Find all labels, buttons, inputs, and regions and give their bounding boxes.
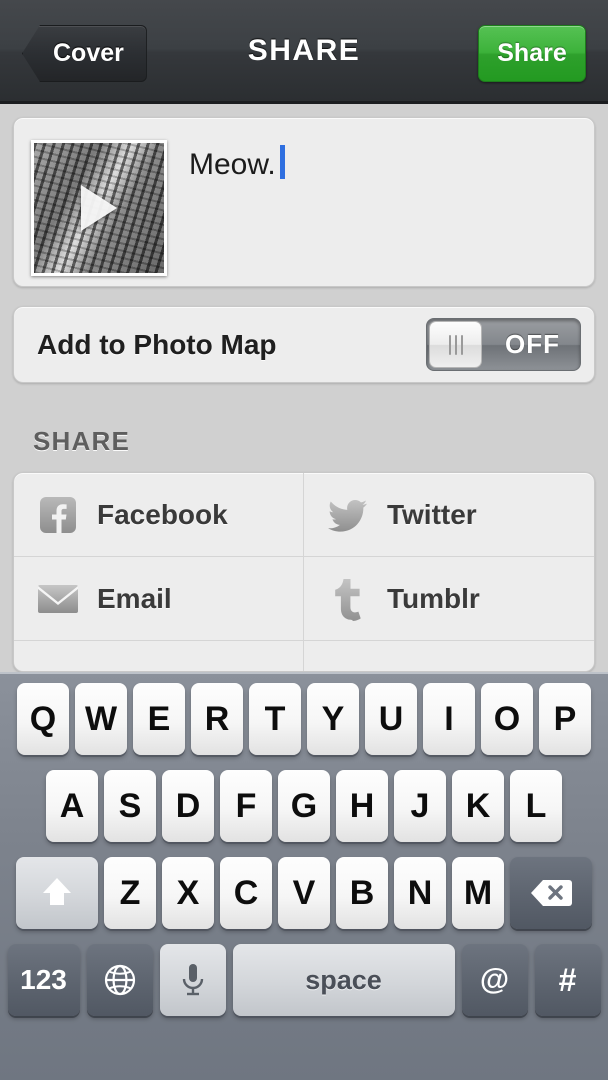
key-s[interactable]: S	[104, 770, 156, 842]
numbers-key[interactable]: 123	[7, 944, 80, 1016]
keyboard-row-1: Q W E R T Y U I O P	[0, 683, 608, 755]
text-cursor	[279, 145, 285, 179]
key-e[interactable]: E	[133, 683, 185, 755]
key-h[interactable]: H	[336, 770, 388, 842]
keyboard-row-2: A S D F G H J K L	[0, 770, 608, 842]
email-icon	[37, 578, 79, 620]
key-t[interactable]: T	[249, 683, 301, 755]
key-v[interactable]: V	[278, 857, 330, 929]
key-g[interactable]: G	[278, 770, 330, 842]
caption-input[interactable]: Meow.	[189, 140, 285, 182]
key-x[interactable]: X	[162, 857, 214, 929]
key-f[interactable]: F	[220, 770, 272, 842]
backspace-icon	[531, 880, 572, 906]
keyboard-row-4: 123 space @ #	[0, 944, 608, 1016]
onscreen-keyboard: Q W E R T Y U I O P A S D F G H J K L Z …	[0, 672, 608, 1080]
key-j[interactable]: J	[394, 770, 446, 842]
key-a[interactable]: A	[46, 770, 98, 842]
keyboard-row-3: Z X C V B N M	[0, 857, 608, 929]
photo-map-row[interactable]: Add to Photo Map OFF	[13, 306, 595, 383]
key-d[interactable]: D	[162, 770, 214, 842]
shift-icon	[43, 878, 71, 905]
share-option-label: Twitter	[387, 498, 477, 530]
globe-icon	[104, 964, 135, 996]
key-n[interactable]: N	[394, 857, 446, 929]
microphone-key[interactable]	[159, 944, 226, 1016]
key-o[interactable]: O	[481, 683, 533, 755]
video-thumbnail[interactable]	[31, 140, 167, 276]
play-icon	[81, 185, 117, 231]
key-p[interactable]: P	[539, 683, 591, 755]
photo-map-label: Add to Photo Map	[37, 328, 277, 360]
key-b[interactable]: B	[336, 857, 388, 929]
content-area: Meow. Add to Photo Map OFF SHARE Faceboo…	[0, 104, 608, 672]
share-option-partial[interactable]	[14, 641, 304, 671]
key-q[interactable]: Q	[17, 683, 69, 755]
microphone-icon	[182, 964, 203, 996]
share-services-card: Facebook Twitter Email Tumblr	[13, 472, 595, 672]
globe-key[interactable]	[86, 944, 153, 1016]
key-u[interactable]: U	[365, 683, 417, 755]
key-r[interactable]: R	[191, 683, 243, 755]
hash-key[interactable]: #	[534, 944, 601, 1016]
grip-line	[460, 334, 463, 355]
share-button[interactable]: Share	[478, 25, 586, 82]
key-w[interactable]: W	[75, 683, 127, 755]
key-m[interactable]: M	[452, 857, 504, 929]
back-button-cover[interactable]: Cover	[22, 25, 147, 82]
space-key[interactable]: space	[232, 944, 455, 1016]
share-screen: SHARE Cover Share Meow. Add to Photo Map	[0, 0, 608, 1080]
grip-line	[454, 334, 457, 355]
share-option-partial[interactable]	[304, 641, 594, 671]
share-option-twitter[interactable]: Twitter	[304, 473, 594, 557]
grip-line	[448, 334, 451, 355]
facebook-icon	[37, 494, 79, 536]
key-y[interactable]: Y	[307, 683, 359, 755]
share-services-grid: Facebook Twitter Email Tumblr	[14, 473, 594, 671]
navigation-bar: SHARE Cover Share	[0, 0, 608, 104]
toggle-knob	[429, 321, 482, 368]
at-key[interactable]: @	[461, 944, 528, 1016]
caption-value: Meow.	[189, 148, 276, 181]
key-k[interactable]: K	[452, 770, 504, 842]
key-z[interactable]: Z	[104, 857, 156, 929]
key-c[interactable]: C	[220, 857, 272, 929]
share-option-facebook[interactable]: Facebook	[14, 473, 304, 557]
backspace-key[interactable]	[510, 857, 592, 929]
shift-key[interactable]	[16, 857, 98, 929]
share-option-tumblr[interactable]: Tumblr	[304, 557, 594, 641]
share-option-label: Facebook	[97, 498, 228, 530]
share-option-email[interactable]: Email	[14, 557, 304, 641]
tumblr-icon	[327, 578, 369, 621]
share-option-label: Tumblr	[387, 582, 480, 614]
share-option-label: Email	[97, 582, 172, 614]
key-l[interactable]: L	[510, 770, 562, 842]
caption-card[interactable]: Meow.	[13, 117, 595, 287]
key-i[interactable]: I	[423, 683, 475, 755]
share-section-header: SHARE	[33, 426, 131, 456]
toggle-state-label: OFF	[505, 329, 560, 359]
twitter-icon	[327, 494, 369, 536]
photo-map-toggle[interactable]: OFF	[426, 318, 581, 371]
